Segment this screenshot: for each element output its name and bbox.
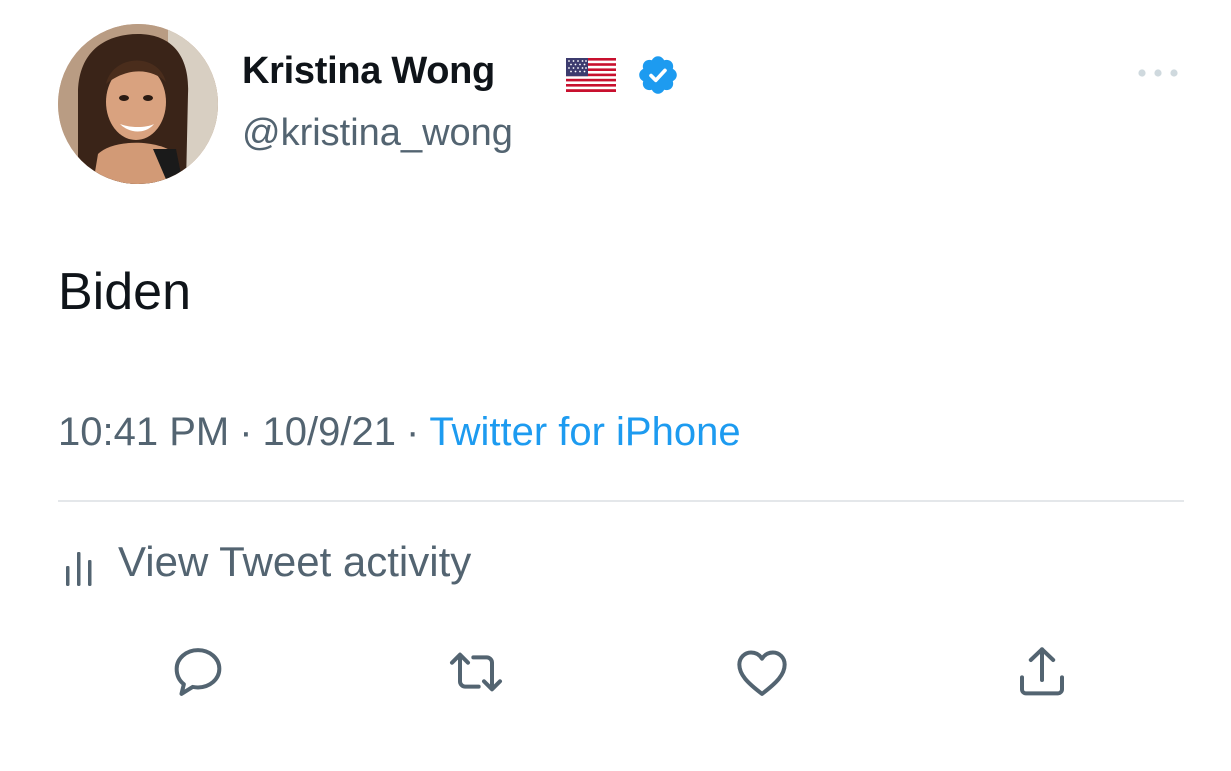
reply-icon: [174, 648, 222, 696]
share-button[interactable]: [1010, 640, 1074, 704]
share-icon: [1020, 647, 1064, 696]
view-tweet-activity-label: View Tweet activity: [118, 538, 472, 585]
heart-icon: [737, 650, 787, 696]
more-options-icon[interactable]: [1136, 64, 1180, 82]
tweet-date[interactable]: 10/9/21: [263, 410, 396, 454]
verified-badge-icon: [639, 56, 677, 94]
meta-separator: ·: [239, 410, 253, 454]
meta-separator: ·: [406, 410, 420, 454]
display-name[interactable]: Kristina Wong: [242, 50, 495, 93]
tweet-meta: 10:41 PM · 10/9/21 · Twitter for iPhone: [58, 410, 741, 455]
bar-chart-icon: [66, 552, 92, 586]
user-handle[interactable]: @kristina_wong: [242, 112, 513, 155]
tweet-detail: Kristina Wong @kristina_wong Biden 10:41…: [0, 0, 1231, 771]
retweet-icon: [450, 652, 502, 692]
avatar-photo: [58, 24, 218, 184]
tweet-text: Biden: [58, 263, 191, 321]
us-flag-icon: [566, 58, 616, 92]
tweet-source-link[interactable]: Twitter for iPhone: [429, 410, 740, 454]
avatar[interactable]: [58, 24, 218, 184]
tweet-time[interactable]: 10:41 PM: [58, 410, 229, 454]
divider: [58, 500, 1184, 502]
retweet-button[interactable]: [444, 640, 508, 704]
reply-button[interactable]: [166, 640, 230, 704]
like-button[interactable]: [730, 640, 794, 704]
